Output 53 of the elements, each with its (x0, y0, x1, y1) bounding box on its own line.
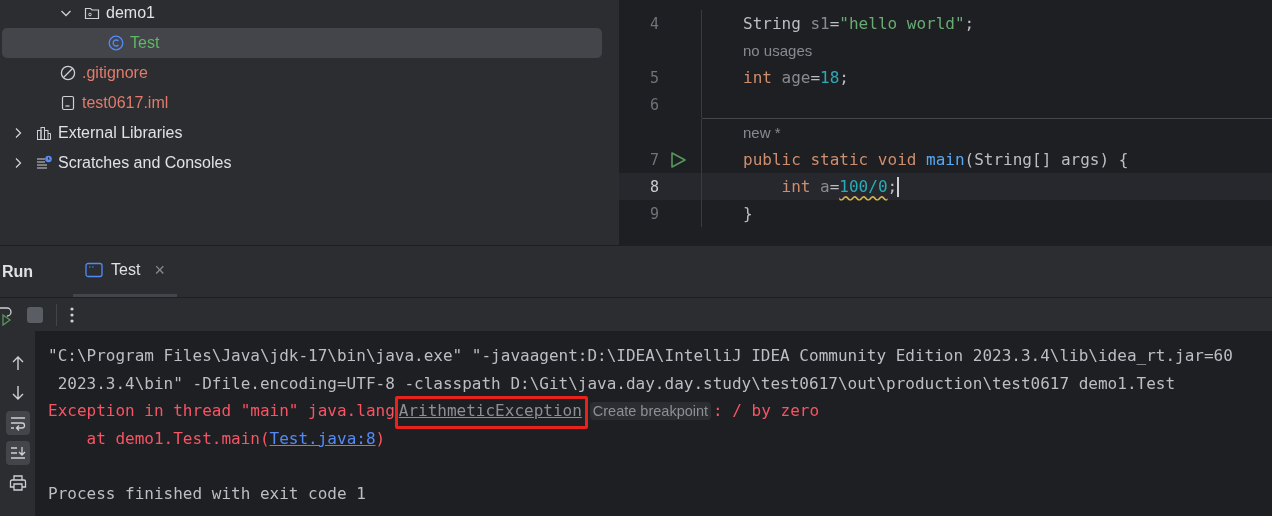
code-line: public static void main(String[] args) { (743, 150, 1129, 169)
code-line: String s1="hello world"; (743, 14, 975, 33)
console-text: "C:\Program Files\Java\jdk-17\bin\java.exe" "-javaagent:D:\IDEA\IntelliJ IDEA Community Edition 2023.3.4\lib\idea_rt.jar=60 (48, 346, 1233, 365)
exception-link[interactable]: ArithmeticException (398, 401, 582, 421)
console-text: Process finished with exit code 1 (48, 483, 366, 503)
tree-item[interactable]: External Libraries (2, 118, 602, 148)
close-icon[interactable]: × (154, 259, 165, 281)
line-number: 5 (648, 68, 659, 87)
create-breakpoint-link[interactable]: Create breakpoint (589, 402, 712, 421)
toggle-tool[interactable] (5, 411, 30, 435)
tree-item-label: Scratches and Consoles (58, 154, 232, 172)
tree-item-label: .gitignore (82, 64, 148, 82)
code-line: int age=18; (743, 68, 849, 87)
source-link[interactable]: Test.java:8 (269, 428, 376, 448)
file-icon (60, 95, 76, 111)
tree-item-label: External Libraries (58, 124, 183, 142)
console-icon (85, 262, 104, 278)
text-cursor (897, 176, 900, 197)
soft-wrap-icon (8, 414, 27, 432)
class-icon (108, 35, 124, 51)
inlay-hint[interactable]: new * (702, 124, 781, 141)
console-text: : / by zero (713, 401, 820, 421)
folder-icon (84, 5, 100, 21)
line-number: 6 (648, 95, 659, 114)
scroll-to-end-icon (8, 444, 27, 462)
run-tab[interactable]: Test × (73, 246, 177, 297)
run-icon[interactable] (669, 150, 687, 169)
tree-item[interactable]: .gitignore (2, 58, 602, 88)
print-icon (8, 474, 27, 492)
line-number: 9 (648, 204, 659, 223)
console-text: Exception in thread "main" java.lang (48, 401, 395, 421)
inlay-hint[interactable]: no usages (702, 42, 813, 59)
more-icon[interactable] (69, 305, 75, 324)
tree-item[interactable]: Scratches and Consoles (2, 148, 602, 178)
panel-title: Run (2, 262, 34, 281)
console-text: 2023.3.4\bin" -Dfile.encoding=UTF-8 -classpath D:\Git\java.day.day.study\test0617\out\production\test0617 demo1.Test (56, 373, 1176, 393)
code-line: int a=100/0; (780, 177, 898, 196)
code-line: } (743, 204, 753, 223)
ignore-icon (60, 65, 76, 81)
line-number: 4 (648, 14, 659, 33)
tree-item[interactable]: test0617.iml (2, 88, 602, 118)
line-number: 7 (648, 150, 659, 169)
tree-item-label: test0617.iml (82, 94, 169, 112)
tree-item[interactable]: Test (2, 28, 602, 58)
library-icon (36, 125, 52, 141)
tree-item-label: Test (130, 34, 160, 52)
line-number: 8 (648, 177, 659, 196)
console-text: at demo1.Test.main( (85, 428, 270, 448)
console-text: ) (375, 428, 386, 448)
scratches-icon (36, 155, 52, 171)
tree-item-label: demo1 (106, 4, 155, 22)
tree-item[interactable]: demo1 (2, 0, 602, 28)
toggle-tool[interactable] (5, 441, 30, 465)
